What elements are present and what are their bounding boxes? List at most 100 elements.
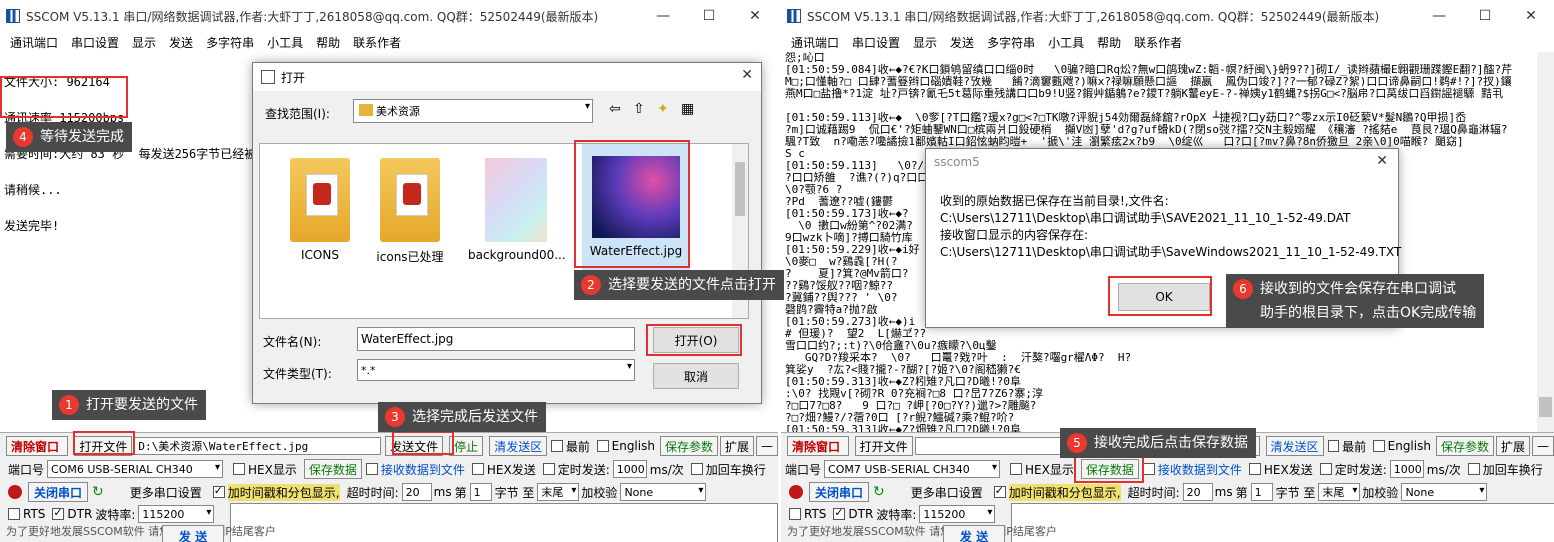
checksum-select[interactable]: None <box>620 483 707 501</box>
minimize-icon[interactable]: — <box>1416 0 1462 32</box>
interval-input[interactable]: 1000 <box>1389 460 1424 478</box>
add-crlf-checkbox[interactable] <box>1467 463 1480 475</box>
topmost-checkbox[interactable] <box>1327 440 1340 452</box>
highlight-send-file <box>392 431 454 455</box>
menu-tools[interactable]: 小工具 <box>1048 34 1084 51</box>
menu-tools[interactable]: 小工具 <box>267 34 303 51</box>
scrollbar-thumb[interactable] <box>735 162 745 216</box>
dtr-checkbox[interactable] <box>52 506 65 520</box>
menu-comm-port[interactable]: 通讯端口 <box>10 34 58 51</box>
menu-help[interactable]: 帮助 <box>316 34 340 51</box>
file-item[interactable]: background00... <box>468 158 566 262</box>
timeout-input[interactable]: 20 <box>401 483 432 501</box>
send-button[interactable]: 发 送 <box>943 525 1005 542</box>
close-port-button[interactable]: 关闭串口 <box>28 482 88 502</box>
rts-checkbox[interactable] <box>8 508 20 520</box>
more-settings-label[interactable]: 更多串口设置 <box>130 484 202 501</box>
cancel-button[interactable]: 取消 <box>653 363 739 389</box>
english-checkbox[interactable] <box>596 440 609 452</box>
add-crlf-checkbox[interactable] <box>690 463 703 475</box>
topmost-checkbox[interactable] <box>551 440 563 452</box>
send-button[interactable]: 发 送 <box>162 525 224 542</box>
open-file-button[interactable]: 打开文件 <box>854 436 913 456</box>
clear-window-button[interactable]: 清除窗口 <box>787 436 849 456</box>
file-path-input[interactable]: D:\美术资源\WaterEffect.jpg <box>134 437 382 455</box>
timeout-input[interactable]: 20 <box>1182 483 1213 501</box>
menu-contact[interactable]: 联系作者 <box>1134 34 1182 51</box>
scrollbar-thumb[interactable] <box>1539 397 1552 417</box>
menu-display[interactable]: 显示 <box>132 34 156 51</box>
close-icon[interactable]: ✕ <box>1508 0 1554 32</box>
hex-send-checkbox[interactable] <box>1248 463 1261 475</box>
close-port-button[interactable]: 关闭串口 <box>809 482 869 502</box>
clear-send-button[interactable]: 清发送区 <box>1265 436 1324 456</box>
collapse-button[interactable]: — <box>1532 436 1554 456</box>
file-item[interactable]: ICONS <box>272 158 368 262</box>
filetype-select[interactable]: *.* <box>357 359 635 381</box>
save-params-button[interactable]: 保存参数 <box>1435 436 1494 456</box>
expand-button[interactable]: 扩展 <box>719 436 754 456</box>
maximize-icon[interactable]: ☐ <box>686 0 732 32</box>
stop-button[interactable]: 停止 <box>449 436 484 456</box>
view-menu-icon[interactable]: ▦ <box>681 101 694 117</box>
byte-index-input[interactable]: 1 <box>1250 483 1273 501</box>
port-select[interactable]: COM6 USB-SERIAL CH340 <box>47 460 224 478</box>
refresh-icon[interactable]: ↻ <box>92 484 104 500</box>
tail-select[interactable]: 末尾 <box>1318 483 1361 501</box>
scrollbar[interactable] <box>1537 52 1554 432</box>
hex-send-checkbox[interactable] <box>471 463 484 475</box>
timed-send-checkbox[interactable] <box>1319 463 1332 475</box>
expand-button[interactable]: 扩展 <box>1495 436 1530 456</box>
callout-text: 等待发送完成 <box>40 129 124 145</box>
checksum-select[interactable]: None <box>1401 483 1488 501</box>
menu-comm-port[interactable]: 通讯端口 <box>791 34 839 51</box>
window-title: SSCOM V5.13.1 串口/网络数据调试器,作者:大虾丁丁,2618058… <box>807 9 1380 24</box>
menu-display[interactable]: 显示 <box>913 34 937 51</box>
close-icon[interactable]: ✕ <box>741 67 753 83</box>
back-icon[interactable]: ⇦ <box>609 101 621 117</box>
baud-select[interactable]: 115200 <box>919 505 996 523</box>
timestamp-checkbox[interactable] <box>993 484 1006 498</box>
menu-send[interactable]: 发送 <box>169 34 193 51</box>
menu-serial-settings[interactable]: 串口设置 <box>852 34 900 51</box>
minimize-icon[interactable]: — <box>640 0 686 32</box>
hex-display-checkbox[interactable] <box>233 463 246 475</box>
hex-display-checkbox[interactable] <box>1010 463 1023 475</box>
menu-help[interactable]: 帮助 <box>1097 34 1121 51</box>
save-data-button[interactable]: 保存数据 <box>303 459 362 479</box>
file-item[interactable]: icons已处理 <box>362 158 458 265</box>
image-thumbnail <box>485 158 547 242</box>
new-folder-icon[interactable]: ✦ <box>657 101 669 117</box>
menu-serial-settings[interactable]: 串口设置 <box>71 34 119 51</box>
menu-send[interactable]: 发送 <box>950 34 974 51</box>
collapse-button[interactable]: — <box>756 436 778 456</box>
close-icon[interactable]: ✕ <box>1376 153 1388 169</box>
filename-input[interactable]: WaterEffect.jpg <box>357 327 635 351</box>
clear-window-button[interactable]: 清除窗口 <box>6 436 69 456</box>
baud-select[interactable]: 115200 <box>138 505 215 523</box>
send-input[interactable] <box>230 503 778 542</box>
dtr-checkbox[interactable] <box>833 506 846 520</box>
up-folder-icon[interactable]: ⇧ <box>633 101 645 117</box>
more-settings-label[interactable]: 更多串口设置 <box>911 484 983 501</box>
timed-send-checkbox[interactable] <box>542 463 555 475</box>
interval-input[interactable]: 1000 <box>612 460 647 478</box>
look-in-select[interactable]: 美术资源 <box>353 99 593 123</box>
menu-multi-string[interactable]: 多字符串 <box>206 34 254 51</box>
recv-to-file-checkbox[interactable] <box>365 463 378 475</box>
port-select[interactable]: COM7 USB-SERIAL CH340 <box>824 460 1001 478</box>
tail-select[interactable]: 末尾 <box>537 483 580 501</box>
refresh-icon[interactable]: ↻ <box>873 484 885 500</box>
save-params-button[interactable]: 保存参数 <box>659 436 718 456</box>
send-input[interactable] <box>1011 503 1554 542</box>
clear-send-button[interactable]: 清发送区 <box>489 436 548 456</box>
english-checkbox[interactable] <box>1373 440 1385 452</box>
maximize-icon[interactable]: ☐ <box>1462 0 1508 32</box>
menu-multi-string[interactable]: 多字符串 <box>987 34 1035 51</box>
byte-index-input[interactable]: 1 <box>469 483 492 501</box>
close-icon[interactable]: ✕ <box>732 0 778 32</box>
timestamp-checkbox[interactable] <box>212 484 225 498</box>
recv-to-file-checkbox[interactable] <box>1142 463 1155 475</box>
menu-contact[interactable]: 联系作者 <box>353 34 401 51</box>
rts-checkbox[interactable] <box>789 508 801 520</box>
